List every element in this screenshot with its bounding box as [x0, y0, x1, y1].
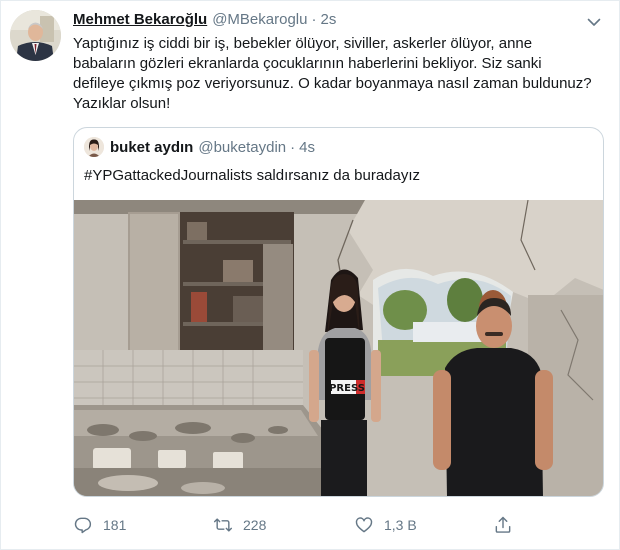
- press-vest-text: PRESS: [329, 383, 365, 394]
- tweet-text-line: Yaptığınız iş ciddi bir iş, bebekler ölü…: [73, 35, 533, 52]
- author-name[interactable]: Mehmet Bekaroğlu: [73, 11, 207, 28]
- tweet-actions: 181 228 1,3 B: [73, 510, 533, 540]
- quoted-tweet-text: #YPGattackedJournalists saldırsanız da b…: [84, 167, 421, 184]
- reply-button[interactable]: 181: [73, 510, 126, 540]
- tweet-text-line: Yazıklar olsun!: [73, 95, 171, 112]
- quoted-author-avatar[interactable]: [84, 137, 104, 157]
- tweet-header: Mehmet Bekaroğlu @MBekaroglu · 2s: [73, 11, 336, 33]
- reply-icon: [74, 517, 92, 534]
- retweet-count: 228: [243, 517, 267, 533]
- quoted-tweet[interactable]: buket aydın @buketaydin · 4s #YPGattacke…: [73, 127, 604, 497]
- share-button[interactable]: [493, 510, 523, 540]
- author-handle[interactable]: @MBekaroglu: [212, 11, 307, 28]
- share-icon: [495, 516, 511, 533]
- chevron-down-icon: [587, 18, 601, 26]
- retweet-icon: [213, 518, 233, 532]
- retweet-button[interactable]: 228: [213, 510, 266, 540]
- tweet-card[interactable]: Mehmet Bekaroğlu @MBekaroglu · 2s Yaptığ…: [0, 0, 620, 550]
- quoted-author-name[interactable]: buket aydın: [110, 139, 193, 156]
- tweet-text-line: babaların gözleri ekranlarda çocuklarını…: [73, 55, 542, 72]
- more-options-button[interactable]: [585, 13, 603, 31]
- quoted-header-separator: ·: [290, 138, 296, 156]
- reply-count: 181: [103, 517, 127, 533]
- quoted-tweet-photo[interactable]: PRESS: [74, 200, 603, 496]
- quoted-tweet-timestamp[interactable]: 4s: [299, 139, 315, 156]
- tweet-timestamp[interactable]: 2s: [320, 11, 336, 28]
- heart-icon: [355, 517, 373, 533]
- like-count: 1,3 B: [384, 517, 417, 533]
- tweet-text-line: defileye çıkmış poz veriyorsunuz. O kada…: [73, 75, 592, 92]
- header-separator: ·: [311, 11, 317, 28]
- quoted-tweet-header: buket aydın @buketaydin · 4s: [84, 137, 315, 157]
- tweet-text: Yaptığınız iş ciddi bir iş, bebekler ölü…: [73, 34, 608, 114]
- like-button[interactable]: 1,3 B: [354, 510, 417, 540]
- quoted-author-handle[interactable]: @buketaydin: [198, 139, 286, 156]
- author-avatar[interactable]: [10, 10, 61, 61]
